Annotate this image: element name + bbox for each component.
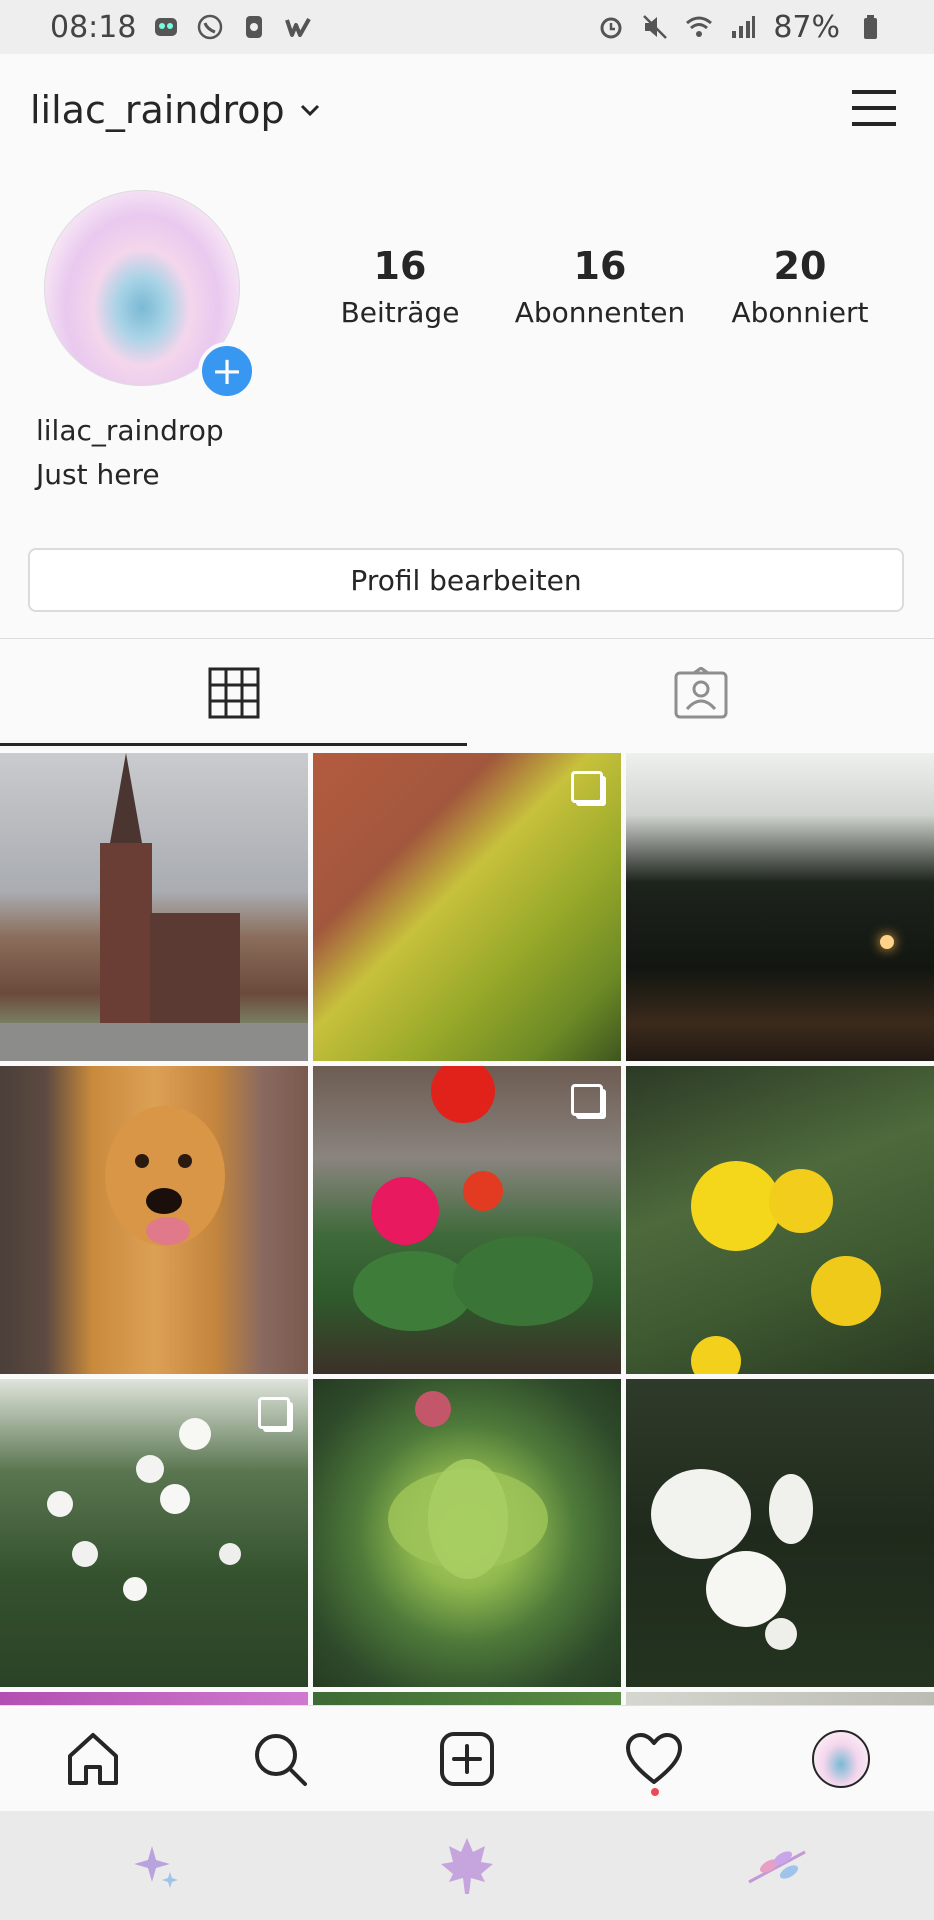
system-recents-button[interactable] [116,1826,196,1906]
succulent-rosette [388,1391,548,1579]
wifi-icon [686,16,713,37]
activity-heart-icon [625,1733,682,1784]
whatsapp-icon [198,14,223,40]
stat-value: 16 [573,244,627,288]
wattpad-icon [285,18,312,37]
battery-percent: 87% [773,9,840,45]
add-story-plus-icon[interactable]: + [198,342,256,400]
hamburger-menu-icon[interactable] [850,86,898,130]
header-username: lilac_raindrop [30,88,285,132]
church-illustration [0,753,308,1061]
nav-home[interactable] [58,1724,128,1794]
search-icon [255,1734,308,1786]
post-thumbnail-white-roses[interactable] [626,1379,934,1687]
signal-icon [732,16,756,38]
post-thumbnail-succulent[interactable] [313,1379,621,1687]
status-bar: 08:18 87% [0,0,934,54]
profile-header: lilac_raindrop [0,54,934,164]
status-time: 08:18 [50,9,137,45]
sparkle-icon [133,1845,178,1888]
alarm-icon [600,17,622,39]
profile-avatar[interactable]: + [44,190,256,400]
cat-app-icon [155,18,178,36]
nav-search[interactable] [245,1724,315,1794]
new-post-icon [439,1732,494,1786]
stat-value: 16 [373,244,427,288]
street-lamp-light [880,935,894,949]
maple-leaf-icon [440,1837,493,1894]
profile-name: lilac_raindrop [36,414,224,447]
bottom-navigation [0,1705,934,1812]
stat-followers[interactable]: 16 Abonnenten [500,244,700,329]
watch-app-icon [246,16,263,38]
post-thumbnail-yellow-flowers[interactable] [626,1066,934,1374]
multiple-photos-icon [571,771,603,803]
divider [0,638,934,639]
tab-grid[interactable] [0,640,467,746]
tab-tagged[interactable] [467,640,934,746]
tagged-person-icon [674,667,727,719]
stat-label: Abonniert [731,296,869,329]
home-icon [68,1733,119,1785]
notification-dot [650,1788,659,1796]
profile-bio: Just here [36,458,160,491]
yellow-flowers-shape [691,1161,881,1374]
post-thumbnail-golden-retriever[interactable] [0,1066,308,1374]
account-switcher[interactable]: lilac_raindrop [30,88,321,132]
chevron-down-icon [300,104,319,117]
dog-face [105,1106,225,1246]
posts-grid [0,753,934,1705]
profile-tabs [0,640,934,746]
post-thumbnail-church[interactable] [0,753,308,1061]
nav-profile[interactable] [806,1724,876,1794]
profile-avatar-icon [811,1730,870,1788]
post-thumbnail-partial-1[interactable] [0,1692,308,1705]
post-thumbnail-white-flowers[interactable] [0,1379,308,1687]
nav-activity[interactable] [619,1724,689,1796]
stat-value: 20 [773,244,827,288]
system-navigation-bar [0,1811,934,1920]
mute-icon [643,15,668,39]
post-thumbnail-partial-2[interactable] [313,1692,621,1705]
stat-label: Abonnenten [514,296,686,329]
white-roses-shape [651,1469,813,1650]
multiple-photos-icon [571,1084,603,1116]
edit-profile-button[interactable]: Profil bearbeiten [28,548,904,612]
nav-new-post[interactable] [432,1724,502,1794]
multiple-photos-icon [258,1397,290,1429]
post-thumbnail-yellow-tree[interactable] [313,753,621,1061]
post-thumbnail-partial-3[interactable] [626,1692,934,1705]
post-thumbnail-geraniums[interactable] [313,1066,621,1374]
system-back-button[interactable] [738,1826,818,1906]
stat-label: Beiträge [340,296,460,329]
system-home-button[interactable] [427,1826,507,1906]
post-thumbnail-tree-silhouette[interactable] [626,753,934,1061]
stat-following[interactable]: 20 Abonniert [700,244,900,329]
battery-icon [864,15,877,39]
stat-posts[interactable]: 16 Beiträge [300,244,500,329]
profile-stats: 16 Beiträge 16 Abonnenten 20 Abonniert [300,244,900,329]
leaf-branch-icon [748,1850,807,1883]
grid-icon [208,667,259,719]
